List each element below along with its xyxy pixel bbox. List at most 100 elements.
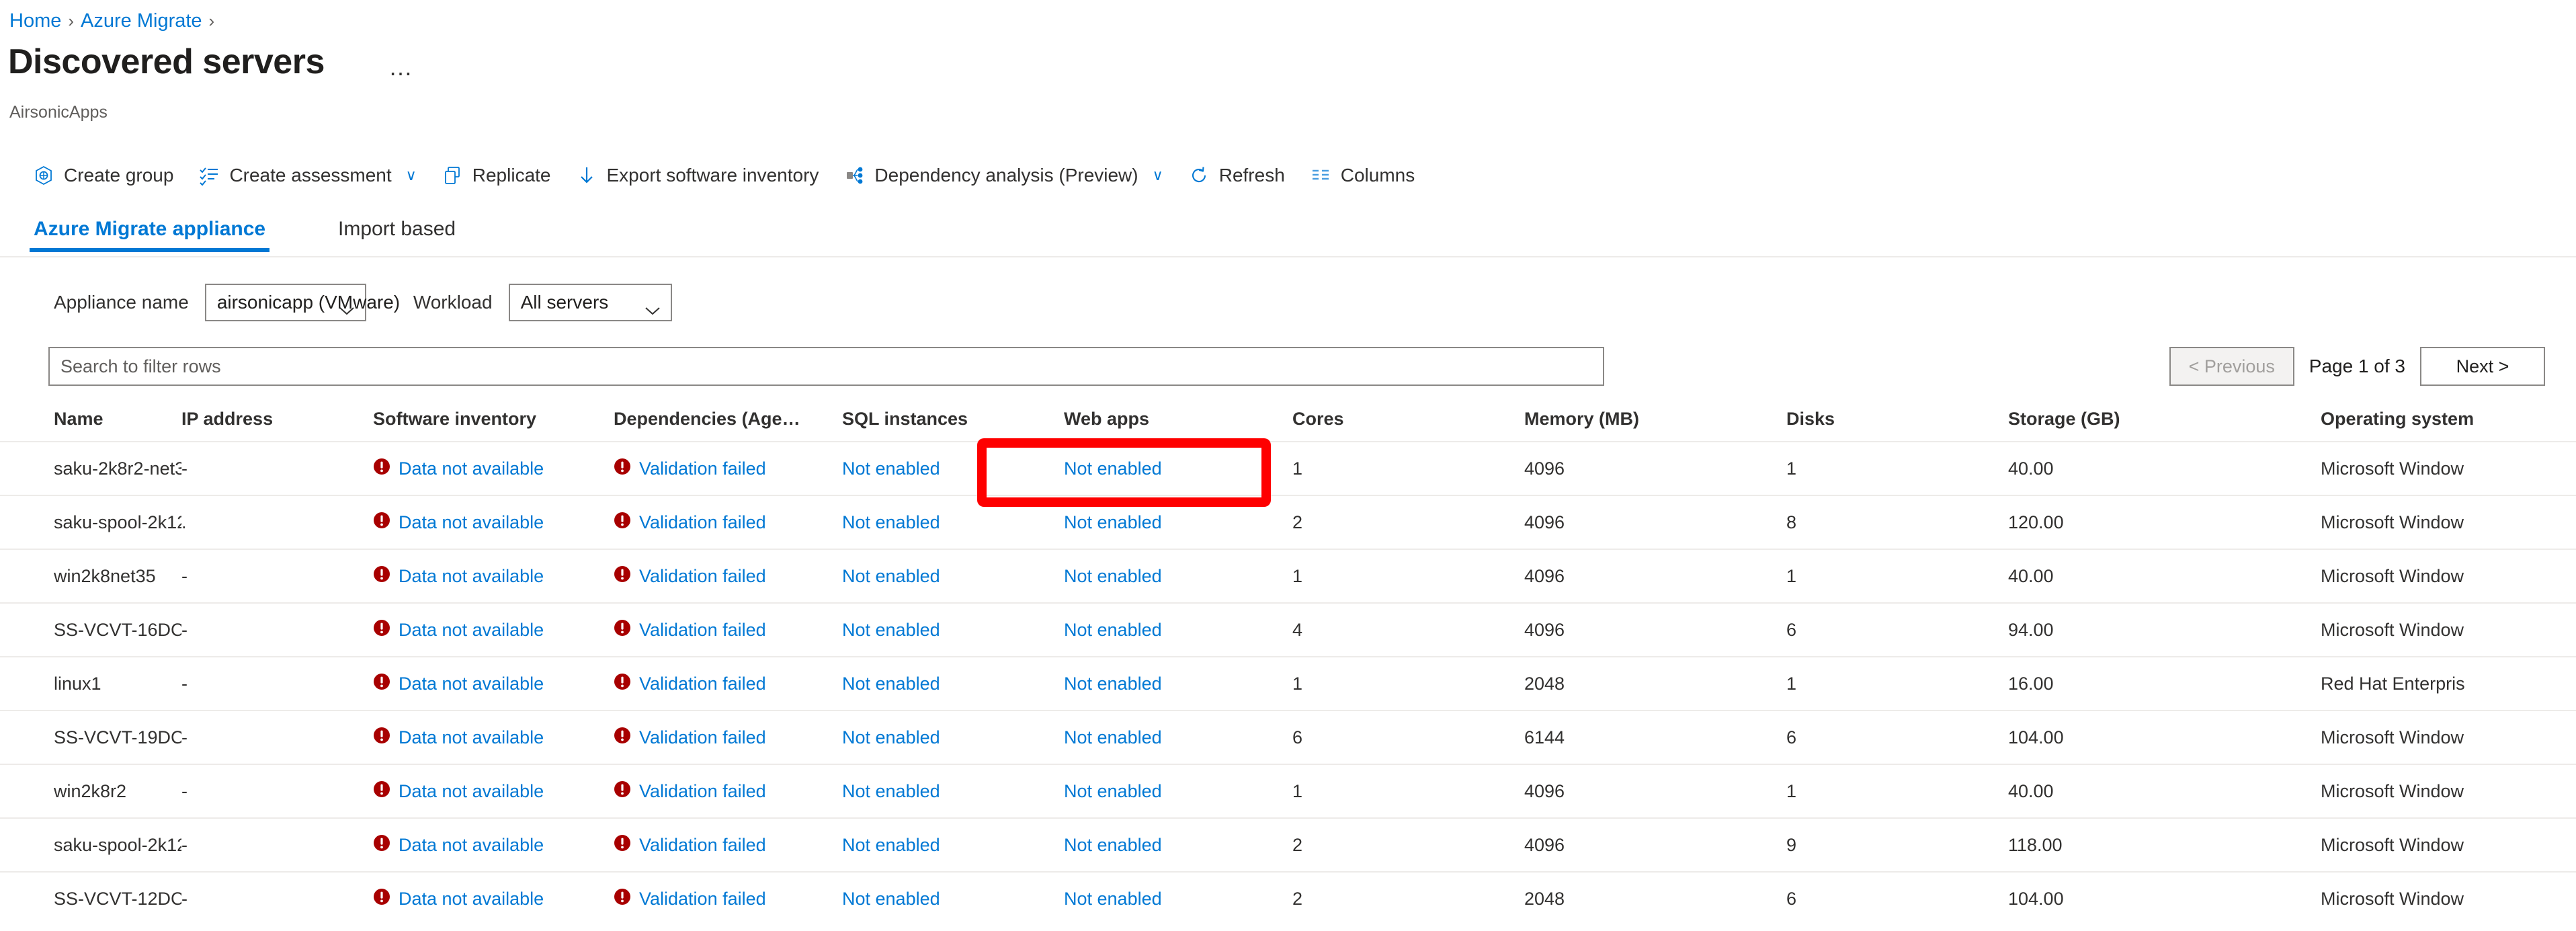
cell-dependencies[interactable]: Validation failed <box>614 673 842 695</box>
software-inventory-link[interactable]: Data not available <box>399 888 544 909</box>
cell-dependencies[interactable]: Validation failed <box>614 834 842 856</box>
tab-import-based[interactable]: Import based <box>334 210 460 252</box>
cell-web-apps[interactable]: Not enabled <box>1064 780 1292 802</box>
web-apps-link[interactable]: Not enabled <box>1064 834 1162 856</box>
cell-dependencies[interactable]: Validation failed <box>614 780 842 803</box>
cell-dependencies[interactable]: Validation failed <box>614 888 842 910</box>
cell-sql-instances[interactable]: Not enabled <box>842 619 1064 641</box>
cell-sql-instances[interactable]: Not enabled <box>842 512 1064 533</box>
cell-software-inventory[interactable]: Data not available <box>373 565 614 588</box>
cell-sql-instances[interactable]: Not enabled <box>842 780 1064 802</box>
table-row[interactable]: linux1 - Data not available Validation fail… <box>0 656 2576 710</box>
table-row[interactable]: SS-VCVT-16DC - Data not available Validatio… <box>0 602 2576 656</box>
cell-sql-instances[interactable]: Not enabled <box>842 458 1064 479</box>
dependencies-link[interactable]: Validation failed <box>639 458 766 479</box>
column-header-web-apps[interactable]: Web apps <box>1064 408 1292 430</box>
column-header-dependencies[interactable]: Dependencies (Age… <box>614 408 842 430</box>
next-page-button[interactable]: Next > <box>2420 347 2545 386</box>
cell-sql-instances[interactable]: Not enabled <box>842 673 1064 694</box>
sql-instances-link[interactable]: Not enabled <box>842 458 940 479</box>
tab-azure-migrate-appliance[interactable]: Azure Migrate appliance <box>30 210 270 252</box>
web-apps-link[interactable]: Not enabled <box>1064 780 1162 802</box>
cell-software-inventory[interactable]: Data not available <box>373 780 614 803</box>
cell-dependencies[interactable]: Validation failed <box>614 727 842 749</box>
cell-software-inventory[interactable]: Data not available <box>373 727 614 749</box>
software-inventory-link[interactable]: Data not available <box>399 727 544 748</box>
sql-instances-link[interactable]: Not enabled <box>842 888 940 909</box>
dependencies-link[interactable]: Validation failed <box>639 780 766 802</box>
create-assessment-button[interactable]: Create assessment ∨ <box>185 159 428 192</box>
web-apps-link[interactable]: Not enabled <box>1064 888 1162 909</box>
cell-dependencies[interactable]: Validation failed <box>614 512 842 534</box>
table-row[interactable]: saku-spool-2k12r2-o…. Data not available V… <box>0 495 2576 549</box>
sql-instances-link[interactable]: Not enabled <box>842 727 940 748</box>
software-inventory-link[interactable]: Data not available <box>399 673 544 694</box>
dependencies-link[interactable]: Validation failed <box>639 888 766 909</box>
column-header-storage[interactable]: Storage (GB) <box>2008 408 2321 430</box>
cell-software-inventory[interactable]: Data not available <box>373 834 614 856</box>
column-header-sql-instances[interactable]: SQL instances <box>842 408 1064 430</box>
column-header-name[interactable]: Name <box>0 408 181 430</box>
cell-software-inventory[interactable]: Data not available <box>373 458 614 480</box>
web-apps-link[interactable]: Not enabled <box>1064 619 1162 641</box>
sql-instances-link[interactable]: Not enabled <box>842 619 940 641</box>
sql-instances-link[interactable]: Not enabled <box>842 565 940 587</box>
column-header-operating-system[interactable]: Operating system <box>2321 408 2576 430</box>
sql-instances-link[interactable]: Not enabled <box>842 780 940 802</box>
breadcrumb-item-home[interactable]: Home <box>9 9 61 32</box>
dependencies-link[interactable]: Validation failed <box>639 565 766 587</box>
table-row[interactable]: win2k8r2 - Data not available Validation fa… <box>0 764 2576 817</box>
column-header-cores[interactable]: Cores <box>1292 408 1524 430</box>
table-row[interactable]: saku-2k8r2-net35- Data not available Valid… <box>0 441 2576 495</box>
cell-sql-instances[interactable]: Not enabled <box>842 888 1064 909</box>
software-inventory-link[interactable]: Data not available <box>399 834 544 856</box>
sql-instances-link[interactable]: Not enabled <box>842 673 940 694</box>
cell-dependencies[interactable]: Validation failed <box>614 619 842 641</box>
web-apps-link[interactable]: Not enabled <box>1064 673 1162 694</box>
workload-select[interactable]: All servers <box>508 284 672 321</box>
cell-dependencies[interactable]: Validation failed <box>614 458 842 480</box>
cell-web-apps[interactable]: Not enabled <box>1064 888 1292 909</box>
dependencies-link[interactable]: Validation failed <box>639 512 766 533</box>
web-apps-link[interactable]: Not enabled <box>1064 565 1162 587</box>
breadcrumb-item-azure-migrate[interactable]: Azure Migrate <box>81 9 202 32</box>
cell-sql-instances[interactable]: Not enabled <box>842 565 1064 587</box>
appliance-name-select[interactable]: airsonicapp (VMware) <box>204 284 400 321</box>
table-row[interactable]: saku-spool-2k12r2- Data not available Vali… <box>0 817 2576 871</box>
table-row[interactable]: win2k8net35 - Data not available Validation… <box>0 549 2576 602</box>
cell-software-inventory[interactable]: Data not available <box>373 888 614 910</box>
software-inventory-link[interactable]: Data not available <box>399 780 544 802</box>
search-input[interactable] <box>48 347 1604 386</box>
cell-web-apps[interactable]: Not enabled <box>1064 834 1292 856</box>
export-software-inventory-button[interactable]: Export software inventory <box>563 159 831 192</box>
create-group-button[interactable]: Create group <box>20 159 185 192</box>
column-header-software-inventory[interactable]: Software inventory <box>373 408 614 430</box>
web-apps-link[interactable]: Not enabled <box>1064 458 1162 479</box>
table-row[interactable]: SS-VCVT-12DC - Data not available Validatio… <box>0 871 2576 925</box>
web-apps-link[interactable]: Not enabled <box>1064 727 1162 748</box>
sql-instances-link[interactable]: Not enabled <box>842 834 940 856</box>
software-inventory-link[interactable]: Data not available <box>399 565 544 587</box>
cell-sql-instances[interactable]: Not enabled <box>842 834 1064 856</box>
refresh-button[interactable]: Refresh <box>1175 159 1297 192</box>
cell-web-apps[interactable]: Not enabled <box>1064 673 1292 694</box>
dependencies-link[interactable]: Validation failed <box>639 619 766 641</box>
cell-software-inventory[interactable]: Data not available <box>373 619 614 641</box>
more-actions-button[interactable]: … <box>388 55 414 79</box>
dependencies-link[interactable]: Validation failed <box>639 673 766 694</box>
cell-web-apps[interactable]: Not enabled <box>1064 565 1292 587</box>
previous-page-button[interactable]: < Previous <box>2169 347 2294 386</box>
cell-web-apps[interactable]: Not enabled <box>1064 458 1292 479</box>
cell-web-apps[interactable]: Not enabled <box>1064 727 1292 748</box>
cell-software-inventory[interactable]: Data not available <box>373 673 614 695</box>
cell-web-apps[interactable]: Not enabled <box>1064 512 1292 533</box>
cell-sql-instances[interactable]: Not enabled <box>842 727 1064 748</box>
table-row[interactable]: SS-VCVT-19DC - Data not available Validatio… <box>0 710 2576 764</box>
cell-software-inventory[interactable]: Data not available <box>373 512 614 534</box>
cell-dependencies[interactable]: Validation failed <box>614 565 842 588</box>
cell-web-apps[interactable]: Not enabled <box>1064 619 1292 641</box>
replicate-button[interactable]: Replicate <box>429 159 563 192</box>
columns-button[interactable]: Columns <box>1297 159 1427 192</box>
column-header-memory[interactable]: Memory (MB) <box>1524 408 1786 430</box>
software-inventory-link[interactable]: Data not available <box>399 458 544 479</box>
